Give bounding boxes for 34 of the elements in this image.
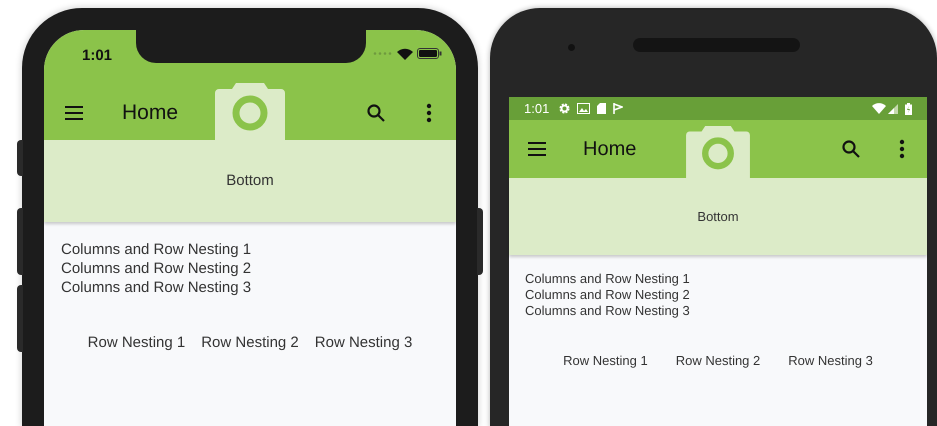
battery-icon [905,102,912,114]
bottom-label: Bottom [697,208,739,226]
row-text: Row Nesting 3 [314,333,412,353]
wifi-icon [872,103,886,114]
bottom-label: Bottom [226,170,274,191]
image-icon [577,103,590,114]
row-text: Row Nesting 1 [88,333,186,353]
column-text: Columns and Row Nesting 3 [525,303,691,319]
menu-icon[interactable] [64,104,84,120]
search-icon[interactable] [366,102,386,122]
search-icon[interactable] [841,139,861,159]
app-title: Home [583,137,636,162]
more-icon[interactable] [899,139,905,159]
column-text: Columns and Row Nesting 1 [61,240,252,259]
column-text: Columns and Row Nesting 1 [525,271,691,287]
column-text: Columns and Row Nesting 2 [525,287,691,303]
sd-card-icon [597,103,606,114]
more-icon[interactable] [426,102,432,122]
battery-icon [417,48,442,59]
status-time: 1:01 [82,46,112,66]
column-text: Columns and Row Nesting 2 [61,259,252,278]
row-text: Row Nesting 1 [563,352,648,370]
column-text: Columns and Row Nesting 3 [61,278,252,297]
menu-icon[interactable] [527,141,547,157]
row-text: Row Nesting 2 [676,352,760,370]
app-title: Home [122,100,178,126]
row-text: Row Nesting 3 [788,352,873,370]
status-time: 1:01 [524,100,550,118]
signal-icon [888,104,898,114]
row-text: Row Nesting 2 [201,333,299,353]
signal-dots-icon [373,52,393,55]
gear-icon [559,103,570,114]
flag-icon [613,103,624,114]
wifi-icon [397,48,413,60]
